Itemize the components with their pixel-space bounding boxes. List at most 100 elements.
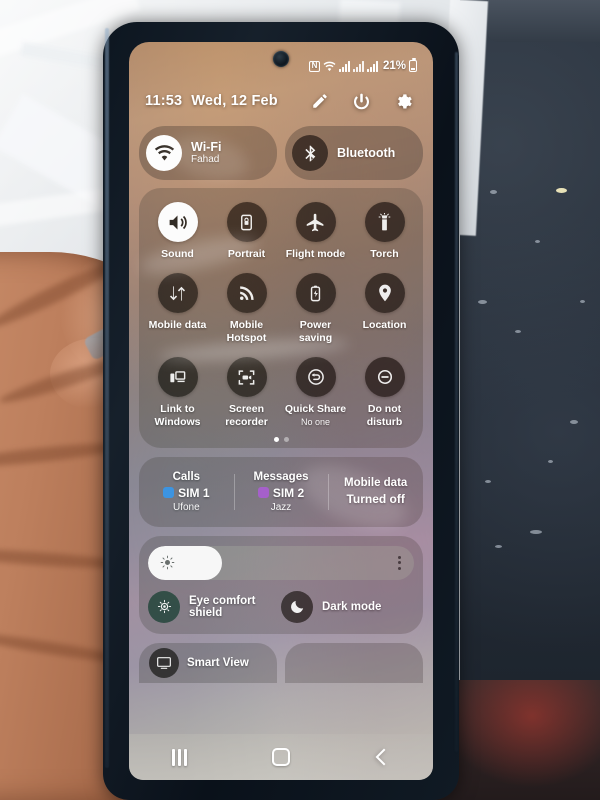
back-icon (375, 748, 393, 766)
smart-view-icon (149, 647, 179, 678)
sim-messages-value: SIM 2 (234, 486, 329, 500)
home-button[interactable] (258, 743, 304, 771)
toggle-quick-share-label: Quick Share No one (284, 403, 347, 427)
sim-calls-header: Calls (172, 470, 201, 483)
rotation-lock-icon (226, 202, 267, 242)
toggle-torch[interactable]: Torch (350, 202, 419, 260)
pencil-icon (311, 92, 329, 110)
clock: 11:53 Wed, 12 Feb (145, 93, 278, 109)
bluetooth-tile-title: Bluetooth (337, 145, 396, 160)
recents-button[interactable] (157, 743, 203, 771)
eye-comfort-shield-label: Eye comfort shield (189, 594, 256, 619)
sim-messages-carrier: Jazz (270, 501, 292, 513)
volume-icon (157, 202, 198, 242)
airplane-icon (295, 202, 336, 242)
quick-settings-panel: N 21% 11:53 Wed, 12 Feb Wi-Fi Fahad Blue… (129, 42, 433, 780)
panel-header: 11:53 Wed, 12 Feb (145, 84, 419, 118)
sim-calls-column[interactable]: Calls SIM 1 Ufone (139, 471, 234, 513)
toggle-quick-share-sublabel: No one (300, 416, 331, 427)
wifi-tile-subtitle: Fahad (191, 154, 220, 166)
toggle-mobile-hotspot[interactable]: Mobile Hotspot (212, 273, 281, 344)
home-icon (271, 748, 290, 766)
toggle-sound[interactable]: Sound (143, 202, 212, 260)
power-saving-icon (295, 273, 336, 314)
clock-time: 11:53 (145, 93, 183, 109)
smart-view-label: Smart View (187, 656, 249, 669)
toggle-quick-share[interactable]: Quick Share No one (281, 357, 350, 428)
do-not-disturb-icon (364, 357, 405, 398)
gear-icon (394, 92, 413, 111)
sim2-badge-icon (257, 487, 269, 499)
toggle-do-not-disturb-label: Do not disturb (366, 403, 403, 428)
toggle-grid: Sound Portrait Flight mode Torch Mobile … (143, 202, 419, 428)
navigation-bar (129, 734, 433, 780)
moon-icon (281, 590, 313, 623)
toggle-portrait[interactable]: Portrait (212, 202, 281, 260)
battery-icon (409, 58, 417, 72)
toggle-link-to-windows[interactable]: Link to Windows (143, 357, 212, 428)
display-mode-row: Eye comfort shield Dark mode (148, 590, 414, 623)
settings-button[interactable] (394, 92, 413, 111)
sim-messages-column[interactable]: Messages SIM 2 Jazz (234, 471, 329, 513)
toggle-power-saving-label: Power saving (298, 319, 333, 344)
smart-view-card[interactable]: Smart View (139, 642, 277, 683)
bluetooth-tile[interactable]: Bluetooth (285, 126, 423, 180)
power-icon (352, 92, 371, 111)
dark-mode-toggle[interactable]: Dark mode (281, 590, 414, 623)
sim-status-card[interactable]: Calls SIM 1 Ufone Messages SIM 2 Jazz Mo… (139, 456, 423, 527)
back-button[interactable] (359, 743, 405, 771)
clock-date: Wed, 12 Feb (191, 93, 278, 109)
bluetooth-icon (292, 135, 328, 171)
toggle-torch-label: Torch (370, 248, 399, 260)
hotspot-icon (226, 273, 267, 314)
toggle-flight-mode[interactable]: Flight mode (281, 202, 350, 260)
sim-messages-header: Messages (253, 470, 309, 483)
wifi-tile[interactable]: Wi-Fi Fahad (139, 126, 277, 180)
sim-calls-value: SIM 1 (139, 486, 234, 500)
wifi-icon (323, 61, 336, 72)
toggle-power-saving[interactable]: Power saving (281, 273, 350, 344)
photo-scene: N 21% 11:53 Wed, 12 Feb Wi-Fi Fahad Blue… (0, 0, 600, 800)
mobile-data-icon (157, 273, 198, 314)
sim-mobile-data-header: Mobile data (344, 477, 408, 490)
quick-share-icon (295, 357, 336, 398)
sim-mobile-data-value: Turned off (346, 492, 405, 507)
page-dot-2[interactable] (283, 436, 289, 442)
eye-comfort-shield-toggle[interactable]: Eye comfort shield (148, 590, 281, 623)
cut-off-card-secondary[interactable] (285, 642, 423, 683)
dark-mode-label: Dark mode (322, 600, 382, 613)
screen-recorder-icon (226, 357, 267, 398)
wifi-tile-title: Wi-Fi (191, 139, 222, 154)
signal-roaming-icon (352, 60, 364, 72)
toggle-portrait-label: Portrait (227, 248, 266, 260)
more-options-icon[interactable] (398, 555, 401, 570)
toggle-do-not-disturb[interactable]: Do not disturb (350, 357, 419, 428)
toggle-screen-recorder-label: Screen recorder (225, 403, 268, 428)
page-indicator (143, 436, 419, 442)
toggle-screen-recorder[interactable]: Screen recorder (212, 357, 281, 428)
cut-off-card-row: Smart View (139, 642, 423, 683)
brightness-slider[interactable] (148, 545, 414, 580)
power-button[interactable] (352, 92, 371, 111)
page-dot-1[interactable] (273, 436, 279, 442)
edit-button[interactable] (310, 92, 329, 111)
location-pin-icon (364, 273, 405, 314)
front-camera-icon (273, 51, 289, 67)
eye-comfort-icon (148, 590, 180, 623)
wifi-icon (146, 135, 182, 171)
phone-device: N 21% 11:53 Wed, 12 Feb Wi-Fi Fahad Blue… (103, 22, 459, 800)
toggle-link-to-windows-label: Link to Windows (154, 403, 201, 428)
flashlight-icon (364, 202, 405, 242)
toggle-flight-mode-label: Flight mode (285, 248, 346, 260)
toggle-grid-card: Sound Portrait Flight mode Torch Mobile … (139, 188, 423, 448)
brightness-sun-icon (160, 555, 175, 570)
connectivity-row: Wi-Fi Fahad Bluetooth (139, 126, 423, 180)
toggle-location[interactable]: Location (350, 273, 419, 344)
sim-mobile-data-column[interactable]: Mobile data Turned off (328, 477, 423, 506)
phone-screen: N 21% 11:53 Wed, 12 Feb Wi-Fi Fahad Blue… (129, 42, 433, 780)
sim1-badge-icon (163, 487, 175, 499)
toggle-mobile-hotspot-label: Mobile Hotspot (226, 319, 267, 344)
signal-sim2-icon (366, 60, 378, 72)
brightness-card: Eye comfort shield Dark mode (139, 535, 423, 634)
toggle-mobile-data[interactable]: Mobile data (143, 273, 212, 344)
